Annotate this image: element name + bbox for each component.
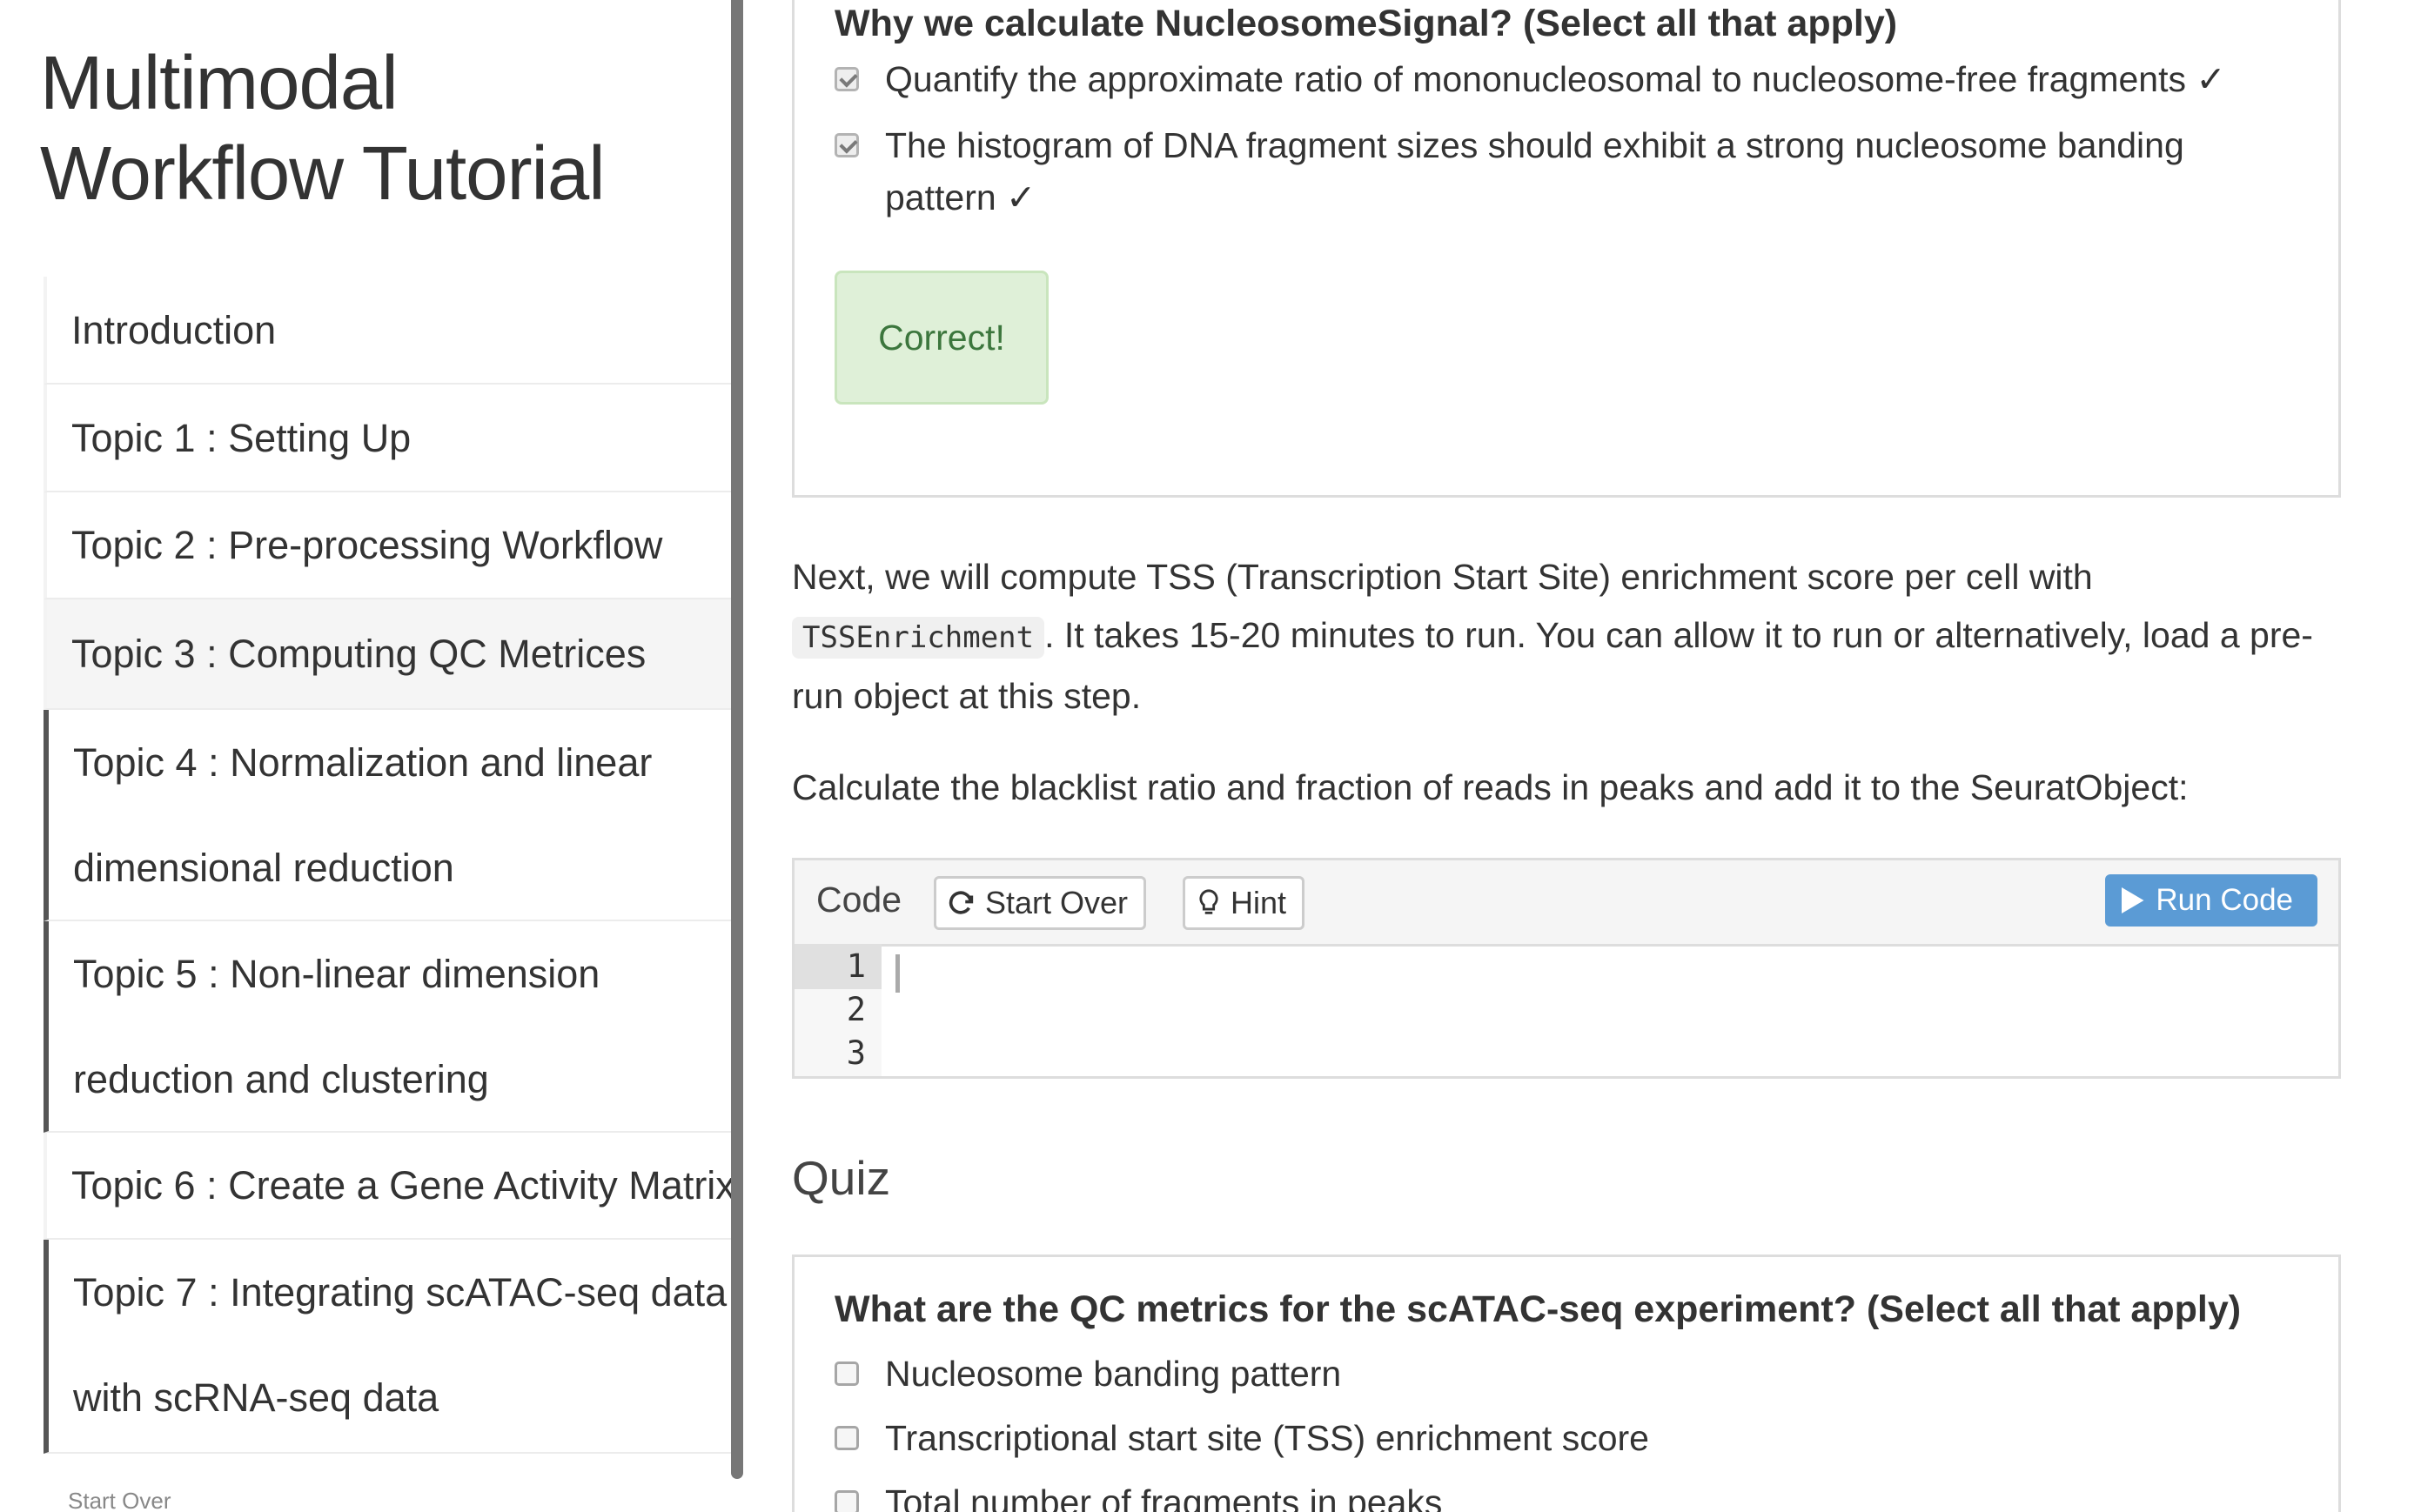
toc-item-label: Topic 6 : Create a Gene Activity Matrix xyxy=(71,1163,731,1208)
run-code-label: Run Code xyxy=(2156,883,2293,917)
lightbulb-icon xyxy=(1196,888,1222,918)
start-over-link[interactable]: Start Over xyxy=(68,1488,171,1512)
toc-item-label: Topic 2 : Pre-processing Workflow xyxy=(71,523,663,567)
quiz-panel-qc-metrics: What are the QC metrics for the scATAC-s… xyxy=(792,1254,2341,1512)
instruction-paragraph: Next, we will compute TSS (Transcription… xyxy=(792,548,2350,726)
answer-option[interactable]: The histogram of DNA fragment sizes shou… xyxy=(835,119,2297,224)
exercise-label: Code xyxy=(816,880,902,920)
toc-item-topic-5[interactable]: Topic 5 : Non-linear dimension reduction… xyxy=(44,921,731,1133)
answer-label: Transcriptional start site (TSS) enrichm… xyxy=(885,1418,1649,1458)
tutorial-title: Multimodal Workflow Tutorial xyxy=(40,41,606,216)
toc-item-topic-2[interactable]: Topic 2 : Pre-processing Workflow xyxy=(44,492,731,599)
section-heading-quiz: Quiz xyxy=(792,1151,891,1205)
active-line-highlight xyxy=(795,944,882,989)
answer-option[interactable]: Transcriptional start site (TSS) enrichm… xyxy=(835,1412,2297,1464)
checkbox-checked[interactable] xyxy=(835,67,859,91)
line-number: 1 xyxy=(846,947,866,985)
answer-label: The histogram of DNA fragment sizes shou… xyxy=(885,125,2184,217)
checkbox[interactable] xyxy=(835,1426,859,1450)
instruction-paragraph: Calculate the blacklist ratio and fracti… xyxy=(792,767,2189,807)
toc-item-label: Topic 1 : Setting Up xyxy=(71,415,412,460)
main-content: Why we calculate NucleosomeSignal? (Sele… xyxy=(743,0,2421,1512)
question-title: Why we calculate NucleosomeSignal? (Sele… xyxy=(835,3,1898,44)
answer-label: Quantify the approximate ratio of mononu… xyxy=(885,59,2226,99)
checkbox-checked[interactable] xyxy=(835,133,859,157)
answer-option[interactable]: Quantify the approximate ratio of mononu… xyxy=(835,53,2297,105)
question-title: What are the QC metrics for the scATAC-s… xyxy=(835,1288,2242,1330)
refresh-icon xyxy=(947,888,976,918)
toc-item-label: Introduction xyxy=(71,307,277,352)
hint-button[interactable]: Hint xyxy=(1183,876,1305,930)
quiz-panel-nucleosome-signal: Why we calculate NucleosomeSignal? (Sele… xyxy=(792,0,2341,498)
exercise-toolbar: Code Start Over Hint Run Code xyxy=(795,860,2338,947)
toc-item-label: Topic 5 : Non-linear dimension reduction… xyxy=(73,952,600,1101)
hint-label: Hint xyxy=(1231,885,1287,920)
start-over-button[interactable]: Start Over xyxy=(934,876,1147,930)
checkbox[interactable] xyxy=(835,1490,859,1512)
toc-item-label: Topic 3 : Computing QC Metrices xyxy=(71,632,647,676)
inline-code: TSSEnrichment xyxy=(792,617,1045,659)
table-of-contents: Introduction Topic 1 : Setting Up Topic … xyxy=(44,277,731,1454)
correct-feedback: Correct! xyxy=(835,271,1049,405)
paragraph-text: Next, we will compute TSS (Transcription… xyxy=(792,557,2093,597)
code-exercise: Code Start Over Hint Run Code 1 2 3 xyxy=(792,858,2341,1079)
play-icon xyxy=(2119,886,2145,915)
answer-label: Nucleosome banding pattern xyxy=(885,1354,1342,1394)
answer-option[interactable]: Nucleosome banding pattern xyxy=(835,1348,2297,1400)
start-over-label: Start Over xyxy=(985,885,1129,920)
checkbox[interactable] xyxy=(835,1361,859,1386)
toc-item-topic-4[interactable]: Topic 4 : Normalization and linear dimen… xyxy=(44,710,731,921)
sidebar-scrollbar[interactable] xyxy=(731,0,743,1479)
code-editor[interactable] xyxy=(882,944,2338,1076)
answer-label: Total number of fragments in peaks xyxy=(885,1482,1443,1512)
run-code-button[interactable]: Run Code xyxy=(2105,874,2317,927)
toc-item-topic-1[interactable]: Topic 1 : Setting Up xyxy=(44,385,731,492)
toc-item-topic-7[interactable]: Topic 7 : Integrating scATAC-seq data wi… xyxy=(44,1240,731,1454)
line-number: 2 xyxy=(846,991,866,1028)
toc-item-label: Topic 4 : Normalization and linear dimen… xyxy=(73,740,653,890)
sidebar: Multimodal Workflow Tutorial Introductio… xyxy=(0,0,731,1512)
toc-item-label: Topic 7 : Integrating scATAC-seq data wi… xyxy=(73,1270,728,1420)
answer-option[interactable]: Total number of fragments in peaks xyxy=(835,1476,2297,1512)
line-number: 3 xyxy=(846,1034,866,1072)
toc-item-introduction[interactable]: Introduction xyxy=(44,277,731,385)
toc-item-topic-3[interactable]: Topic 3 : Computing QC Metrices xyxy=(44,599,731,710)
toc-item-topic-6[interactable]: Topic 6 : Create a Gene Activity Matrix xyxy=(44,1133,731,1240)
line-number-gutter: 1 2 3 xyxy=(795,944,882,1076)
